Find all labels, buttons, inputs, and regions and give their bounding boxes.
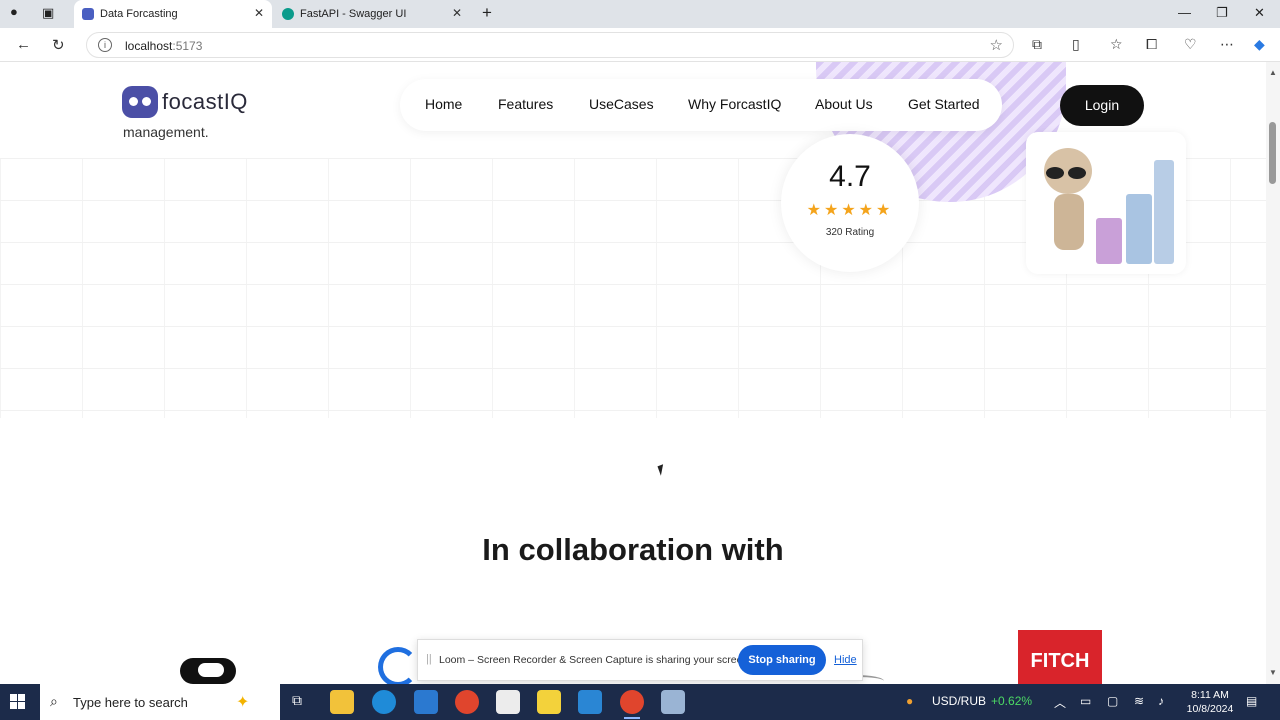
search-icon: ⌕ — [50, 693, 58, 709]
rating-value: 4.7 — [829, 160, 871, 193]
partner-logo-fitch: FITCH — [1018, 630, 1102, 684]
nav-usecases[interactable]: UseCases — [589, 96, 654, 112]
login-button[interactable]: Login — [1060, 85, 1144, 126]
chart-bar-illustration — [1126, 194, 1152, 264]
split-screen-icon[interactable]: ▯ — [1072, 36, 1080, 53]
chrome-active-icon[interactable] — [620, 690, 644, 719]
site-info-icon[interactable]: i — [98, 38, 112, 52]
ticker-icon: ● — [906, 694, 914, 708]
chart-bar-illustration — [1154, 160, 1174, 264]
nav-get-started[interactable]: Get Started — [908, 96, 980, 112]
windows-taskbar: ⌕ Type here to search ✦ ⧉ ● USD/RUB +0.6… — [0, 684, 1280, 720]
robot-illustration — [1026, 132, 1186, 274]
nav-why-forcastiq[interactable]: Why ForcastIQ — [688, 96, 781, 112]
windows-start-icon[interactable] — [10, 694, 26, 710]
nav-features[interactable]: Features — [498, 96, 553, 112]
volume-icon[interactable]: ♪ — [1158, 694, 1164, 708]
chrome-icon[interactable] — [455, 690, 479, 714]
wifi-icon[interactable]: ≋ — [1134, 694, 1144, 708]
sparkle-icon: ✦ — [236, 694, 250, 711]
extensions-icon[interactable]: ⧉ — [1032, 36, 1042, 53]
partner-logo-blue — [378, 647, 418, 684]
mouse-cursor-icon — [657, 464, 667, 476]
url-text: localhost:5173 — [125, 39, 203, 53]
browser-tabstrip: ● ▣ Data Forcasting ✕ FastAPI - Swagger … — [0, 0, 1280, 28]
nav-home[interactable]: Home — [425, 96, 462, 112]
vertical-scrollbar[interactable]: ▲ ▼ — [1266, 62, 1280, 684]
hero-text-fragment: management. — [123, 124, 209, 140]
tab-close-icon[interactable]: ✕ — [254, 6, 264, 20]
tab-close-icon[interactable]: ✕ — [452, 6, 462, 20]
new-tab-button[interactable]: + — [482, 3, 492, 23]
postgres-icon[interactable] — [661, 690, 685, 714]
site-logo[interactable]: focastIQ — [122, 86, 248, 118]
search-placeholder: Type here to search — [73, 695, 188, 710]
favorite-star-icon[interactable]: ☆ — [990, 36, 1003, 54]
rating-stars-icon: ★★★★★ — [806, 202, 894, 219]
tab-favicon-icon — [82, 8, 94, 20]
nav-about-us[interactable]: About Us — [815, 96, 873, 112]
loom-sharing-bar: || Loom – Screen Recorder & Screen Captu… — [417, 639, 863, 681]
collaboration-heading: In collaboration with — [482, 532, 784, 567]
notifications-icon[interactable]: ▤ — [1246, 694, 1257, 708]
favorites-icon[interactable]: ☆ — [1110, 36, 1123, 53]
tab-data-forcasting[interactable]: Data Forcasting ✕ — [74, 0, 272, 28]
more-menu-icon[interactable]: ⋯ — [1220, 36, 1234, 53]
scroll-thumb[interactable] — [1269, 122, 1276, 184]
ticker-change: +0.62% — [991, 694, 1033, 708]
taskbar-clock[interactable]: 8:11 AM 10/8/2024 — [1180, 688, 1240, 716]
ticker-label[interactable]: USD/RUB — [932, 694, 986, 708]
drag-handle-icon[interactable]: || — [426, 653, 432, 665]
address-bar[interactable]: i localhost:5173 ☆ — [86, 32, 1014, 58]
mail-icon[interactable] — [414, 690, 438, 714]
stop-sharing-button[interactable]: Stop sharing — [738, 645, 826, 675]
device-icon[interactable]: ▢ — [1107, 694, 1118, 708]
loom-message: Loom – Screen Recorder & Screen Capture … — [439, 654, 752, 666]
tab-title: Data Forcasting — [100, 8, 178, 20]
partner-logo-toggle — [180, 658, 236, 684]
close-window-button[interactable]: ✕ — [1254, 5, 1265, 21]
task-view-icon[interactable]: ⧉ — [292, 692, 302, 709]
robot-glasses — [1046, 166, 1090, 179]
file-explorer-icon[interactable] — [330, 690, 354, 714]
tab-favicon-icon — [282, 8, 294, 20]
main-nav: Home Features UseCases Why ForcastIQ Abo… — [400, 79, 1002, 131]
browser-essentials-icon[interactable]: ♡ — [1184, 36, 1197, 53]
edge-icon[interactable] — [372, 690, 396, 714]
robot-logo-icon — [122, 86, 158, 118]
page-viewport: focastIQ management. Home Features UseCa… — [0, 62, 1266, 684]
rating-badge: 4.7 ★★★★★ 320 Rating — [781, 134, 919, 272]
tab-fastapi[interactable]: FastAPI - Swagger UI ✕ — [274, 0, 470, 28]
minimize-button[interactable]: — — [1178, 5, 1191, 20]
tab-actions-icon[interactable]: ▣ — [42, 5, 54, 21]
battery-icon[interactable]: ▭ — [1080, 694, 1091, 708]
vscode-icon[interactable] — [578, 690, 602, 714]
sticky-notes-icon[interactable] — [537, 690, 561, 714]
rating-count: 320 Rating — [825, 227, 875, 238]
scroll-down-icon[interactable]: ▼ — [1269, 668, 1277, 677]
logo-text: focastIQ — [162, 89, 248, 114]
taskbar-search-box[interactable]: ⌕ Type here to search ✦ — [40, 684, 280, 720]
back-arrow-icon[interactable]: ← — [16, 36, 31, 53]
restore-button[interactable]: ❐ — [1216, 5, 1228, 21]
tray-chevron-icon[interactable]: ︿ — [1054, 694, 1066, 711]
clock-time: 8:11 AM — [1191, 689, 1229, 701]
tab-title: FastAPI - Swagger UI — [300, 8, 407, 20]
robot-body — [1054, 194, 1084, 250]
clock-date: 10/8/2024 — [1186, 703, 1234, 715]
profile-icon[interactable]: ● — [10, 4, 18, 19]
scroll-up-icon[interactable]: ▲ — [1269, 68, 1277, 77]
hide-link[interactable]: Hide — [834, 654, 857, 666]
copilot-icon[interactable]: ◆ — [1254, 36, 1265, 53]
store-icon[interactable] — [496, 690, 520, 714]
browser-toolbar: ← ↻ i localhost:5173 ☆ ⧉ ▯ ☆ ⧠ ♡ ⋯ ◆ — [0, 28, 1280, 62]
reload-icon[interactable]: ↻ — [52, 36, 65, 54]
collections-icon[interactable]: ⧠ — [1146, 36, 1157, 53]
chart-bar-illustration — [1096, 218, 1122, 264]
